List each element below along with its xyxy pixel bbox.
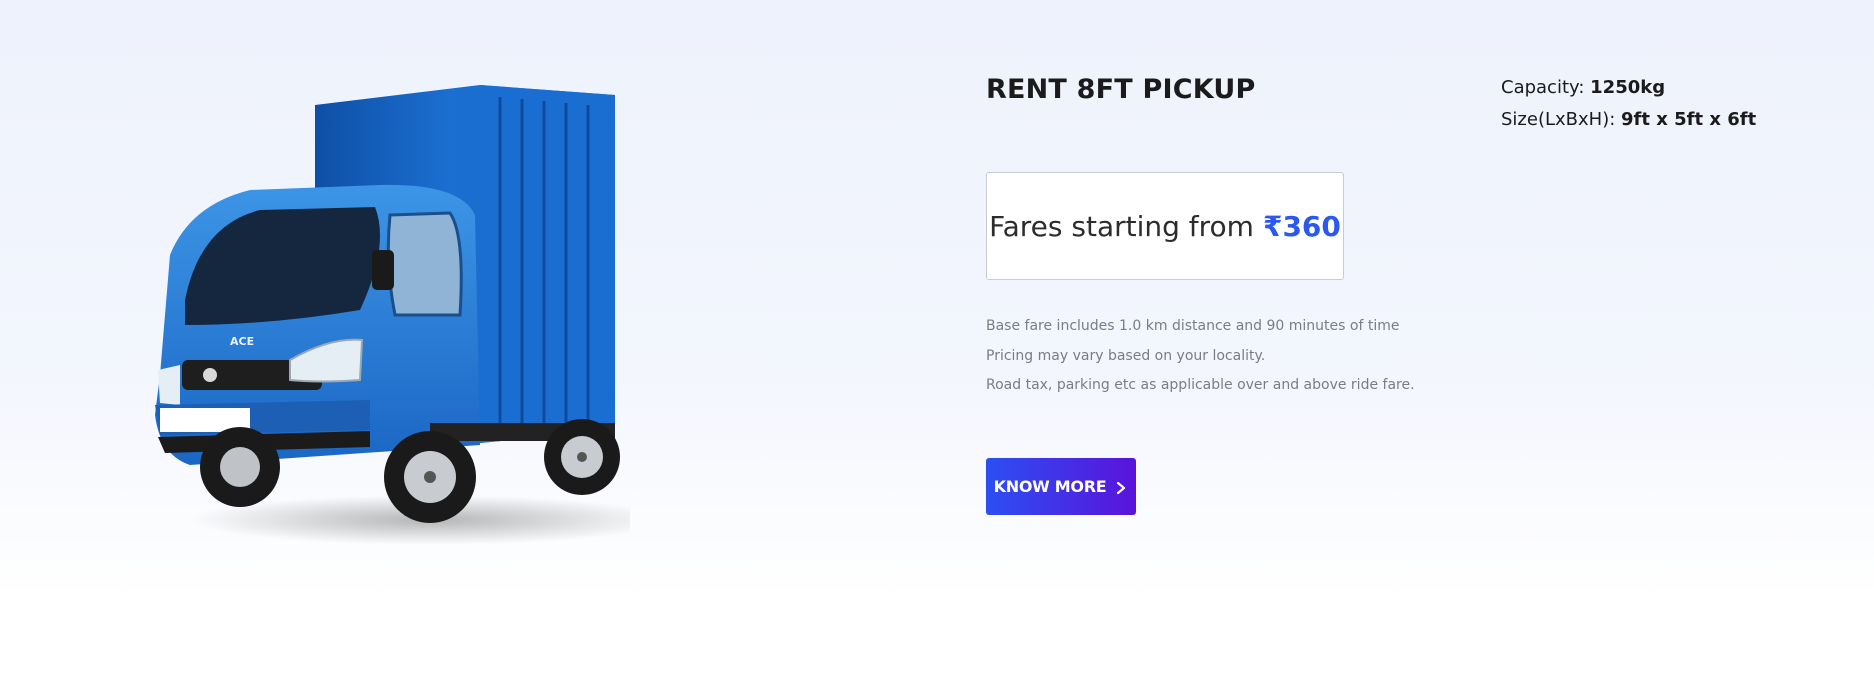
truck-image: ACE [130, 75, 630, 545]
size-label: Size(LxBxH): [1501, 109, 1616, 130]
know-more-button[interactable]: KNOW MORE [986, 458, 1136, 515]
size-spec: Size(LxBxH): 9ft x 5ft x 6ft [1501, 104, 1756, 136]
capacity-value: 1250kg [1590, 77, 1666, 98]
vehicle-section: ACE RENT 8FT PICKUP Capacity: 1250kg Siz… [0, 0, 1874, 681]
chevron-right-icon [1114, 480, 1128, 494]
size-value: 9ft x 5ft x 6ft [1621, 109, 1757, 130]
fare-note: Road tax, parking etc as applicable over… [986, 377, 1415, 393]
capacity-label: Capacity: [1501, 77, 1585, 98]
fare-price: ₹360 [1262, 209, 1341, 243]
fare-note: Base fare includes 1.0 km distance and 9… [986, 318, 1400, 334]
vehicle-title: RENT 8FT PICKUP [986, 74, 1256, 105]
fare-box: Fares starting from ₹360 [986, 172, 1344, 280]
fare-prefix: Fares starting from [989, 209, 1254, 243]
truck-badge-text: ACE [230, 335, 254, 348]
know-more-label: KNOW MORE [993, 477, 1107, 496]
vehicle-specs: Capacity: 1250kg Size(LxBxH): 9ft x 5ft … [1501, 72, 1756, 136]
capacity-spec: Capacity: 1250kg [1501, 72, 1756, 104]
fare-note: Pricing may vary based on your locality. [986, 347, 1266, 364]
fare-notes: Base fare includes 1.0 km distance and 9… [986, 312, 1415, 401]
